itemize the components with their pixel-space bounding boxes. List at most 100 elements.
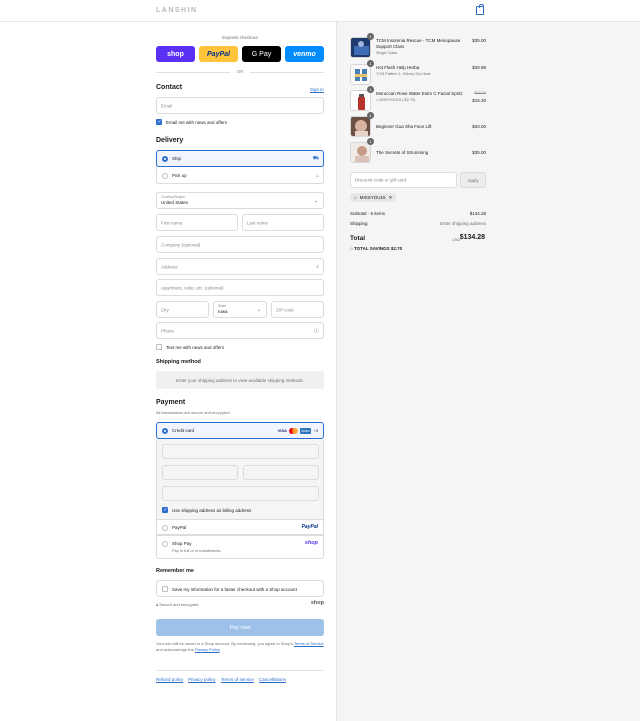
expiration-field[interactable] [162, 465, 238, 480]
phone-placeholder: Phone [161, 328, 175, 333]
paypal-radio[interactable] [162, 525, 168, 531]
company-field[interactable]: Company (optional) [156, 236, 324, 253]
terms-of-service-link[interactable]: Terms of service [221, 677, 254, 682]
product-thumbnail [350, 116, 371, 137]
subtotal-label: Subtotal · 5 items [350, 211, 386, 216]
shop-pay-radio[interactable] [162, 541, 168, 547]
card-brands: VISA AMEX +3 [277, 427, 318, 434]
security-code-field[interactable] [243, 465, 319, 480]
item-price: $15.30 [472, 98, 486, 103]
savings-tag-icon: ⌂ [350, 246, 353, 251]
paypal-option[interactable]: PayPal PayPal [156, 519, 324, 535]
ship-option[interactable]: Ship ⛟ [156, 150, 324, 167]
help-icon[interactable]: ⓘ [314, 327, 319, 334]
item-price: $20.00 [472, 124, 486, 129]
first-name-field[interactable]: First name [156, 214, 238, 231]
item-discount-code: MISSYOU15 (-$2.70) [379, 98, 416, 102]
zip-field[interactable]: ZIP code [271, 301, 324, 318]
delivery-options: Ship ⛟ Pick up ⌂ [156, 150, 324, 184]
pay-now-button[interactable]: Pay now [156, 619, 324, 636]
pickup-option[interactable]: Pick up ⌂ [157, 168, 323, 184]
more-brands-count: +3 [313, 428, 318, 433]
credit-card-radio[interactable] [162, 428, 168, 434]
state-label: State [218, 304, 227, 308]
country-select[interactable]: Country/Region United States ⌄ [156, 192, 324, 209]
shopping-bag-icon[interactable] [476, 4, 484, 15]
cart-item: 1 Beginner Gua Sha Face Lift $20.00 [350, 112, 486, 139]
zip-placeholder: ZIP code [276, 307, 294, 312]
last-name-field[interactable]: Last name [242, 214, 324, 231]
text-news-checkbox[interactable] [156, 344, 162, 350]
terms-link[interactable]: Terms of Service [294, 641, 324, 646]
secure-note: 🔒︎ Secure and encrypted [156, 602, 198, 607]
chevron-down-icon: ⌄ [256, 306, 261, 313]
truck-icon: ⛟ [312, 155, 319, 161]
ship-label: Ship [172, 156, 182, 161]
item-name: Hot Flash Help Herba [376, 65, 420, 70]
email-news-checkbox[interactable] [156, 119, 162, 125]
privacy-link[interactable]: Privacy Policy [195, 647, 220, 652]
quantity-badge: 1 [367, 60, 374, 67]
subtotal-value: $134.28 [469, 211, 486, 216]
apartment-field[interactable]: Apartment, suite, etc. (optional) [156, 279, 324, 296]
chevron-down-icon: ⌄ [313, 197, 318, 204]
item-price: $35.00 [472, 150, 486, 155]
search-icon: ⌕ [316, 263, 319, 270]
item-price: $35.00 [472, 38, 486, 43]
apply-discount-button[interactable]: Apply [460, 172, 486, 188]
product-thumbnail [350, 142, 371, 163]
item-name: Moroccan Rose Water Estm C Facial Spritz [376, 91, 463, 96]
card-number-field[interactable] [162, 444, 319, 459]
header: LANSHIN [0, 0, 640, 22]
paypal-button[interactable]: PayPal [199, 46, 238, 62]
store-logo[interactable]: LANSHIN [156, 7, 198, 14]
text-news-label: Text me with news and offers [166, 345, 224, 350]
apartment-placeholder: Apartment, suite, etc. (optional) [161, 285, 224, 290]
pickup-label: Pick up [172, 173, 187, 178]
quantity-badge: 1 [367, 112, 374, 119]
product-thumbnail [350, 37, 371, 58]
cancellations-link[interactable]: Cancellations [259, 677, 286, 682]
store-icon: ⌂ [315, 173, 319, 179]
state-value: Iowa [218, 309, 228, 314]
remove-discount-icon[interactable]: ✕ [388, 195, 392, 201]
payment-heading: Payment [156, 399, 186, 406]
remember-me-label: Save my information for a faster checkou… [172, 587, 297, 592]
credit-card-option[interactable]: Credit card VISA AMEX +3 [156, 422, 324, 439]
privacy-policy-link[interactable]: Privacy policy [188, 677, 216, 682]
shop-pay-option[interactable]: Shop Pay Pay in full or in installments … [156, 535, 324, 559]
address-field[interactable]: Address ⌕ [156, 258, 324, 275]
cart-item: 1 The Secrets of Strumming $35.00 [350, 138, 486, 165]
discount-code-input[interactable]: Discount code or gift card [350, 172, 457, 188]
product-thumbnail [350, 90, 371, 111]
item-original-price: $18.00 [474, 91, 486, 95]
express-checkout-label: Express checkout [222, 35, 258, 40]
name-on-card-field[interactable] [162, 486, 319, 501]
city-field[interactable]: City [156, 301, 209, 318]
billing-same-checkbox[interactable] [162, 507, 168, 513]
shop-pay-button[interactable]: shop [156, 46, 195, 62]
shipping-method-heading: Shipping method [156, 359, 201, 365]
company-placeholder: Company (optional) [161, 242, 201, 247]
discount-placeholder: Discount code or gift card [355, 177, 407, 183]
refund-policy-link[interactable]: Refund policy [156, 677, 183, 682]
google-pay-button[interactable]: G Pay [242, 46, 281, 62]
email-field[interactable]: Email [156, 97, 324, 114]
venmo-button[interactable]: venmo [285, 46, 324, 62]
phone-field[interactable]: Phone ⓘ [156, 322, 324, 339]
item-variant: TCM Pattern 1: Kidney Dry Heat [376, 72, 431, 76]
sign-in-link[interactable]: Sign in [310, 87, 324, 92]
savings-label: TOTAL SAVINGS [353, 246, 390, 251]
applied-discount-tag: ⌂ MISSYOU15 ✕ [350, 193, 397, 202]
order-summary: 1 TCM Insomnia Rescue - TCM Menopause Su… [336, 22, 640, 721]
paypal-label: PayPal [172, 525, 187, 530]
product-thumbnail [350, 64, 371, 85]
visa-icon: VISA [277, 428, 287, 433]
shop-pay-subtitle: Pay in full or in installments [172, 548, 221, 553]
ship-radio[interactable] [162, 156, 168, 162]
item-name: TCM Insomnia Rescue - TCM Menopause Supp… [376, 38, 461, 49]
email-placeholder: Email [161, 103, 173, 108]
pickup-radio[interactable] [162, 173, 168, 179]
state-select[interactable]: State Iowa ⌄ [213, 301, 267, 318]
remember-me-checkbox[interactable] [162, 586, 168, 592]
